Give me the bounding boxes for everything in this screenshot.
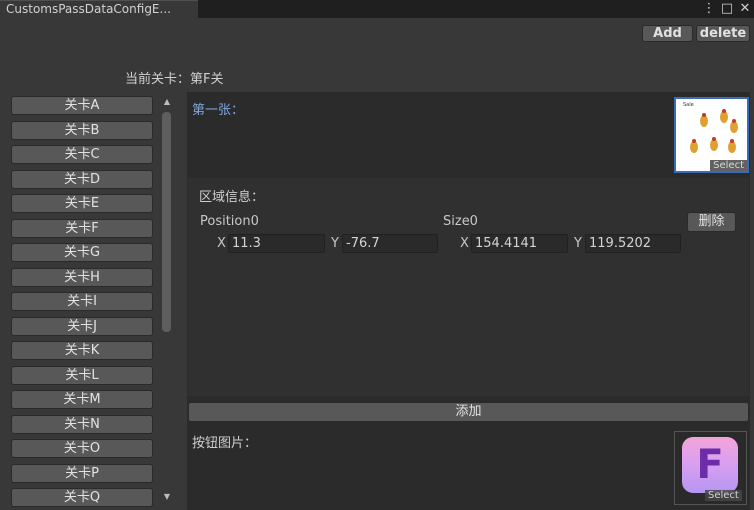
level-button-e[interactable]: 关卡E bbox=[11, 194, 153, 213]
add-region-button[interactable]: 添加 bbox=[188, 402, 749, 422]
level-button-p[interactable]: 关卡P bbox=[11, 463, 153, 483]
maximize-icon[interactable]: □ bbox=[720, 0, 734, 18]
window-tab[interactable]: CustomsPassDataConfigE... bbox=[0, 0, 198, 18]
position-y-field[interactable]: -76.7 bbox=[342, 234, 438, 253]
level-button-k[interactable]: 关卡K bbox=[11, 341, 153, 360]
first-image-label: 第一张： bbox=[192, 103, 245, 118]
region-info-box bbox=[188, 178, 749, 396]
size-x-label: X bbox=[460, 236, 469, 251]
button-image-letter: F bbox=[696, 442, 724, 488]
button-image-label: 按钮图片： bbox=[192, 436, 258, 451]
level-button-l[interactable]: 关卡L bbox=[11, 365, 153, 385]
level-button-q[interactable]: 关卡Q bbox=[11, 488, 153, 507]
add-level-button[interactable]: Add bbox=[642, 25, 693, 42]
size-y-label: Y bbox=[574, 236, 582, 251]
level-preview-image: Sale bbox=[676, 99, 743, 167]
menu-icon[interactable]: ⋮ bbox=[702, 0, 716, 18]
region-info-label: 区域信息： bbox=[199, 190, 265, 205]
position-x-label: X bbox=[217, 236, 226, 251]
position-y-label: Y bbox=[331, 236, 339, 251]
button-image-select-label[interactable]: Select bbox=[705, 490, 742, 501]
first-image-field[interactable]: Sale Select bbox=[674, 97, 749, 173]
first-image-select-label[interactable]: Select bbox=[710, 160, 747, 171]
close-icon[interactable]: ✕ bbox=[738, 0, 752, 18]
size-y-field[interactable]: 119.5202 bbox=[585, 234, 681, 253]
level-button-m[interactable]: 关卡M bbox=[11, 390, 153, 409]
level-button-g[interactable]: 关卡G bbox=[11, 243, 153, 262]
scroll-up-icon[interactable]: ▲ bbox=[162, 97, 172, 106]
size-label: Size0 bbox=[443, 214, 478, 229]
level-list: 关卡A 关卡B 关卡C 关卡D 关卡E 关卡F 关卡G 关卡H 关卡I 关卡J … bbox=[11, 96, 154, 510]
level-button-f[interactable]: 关卡F bbox=[11, 218, 153, 238]
scrollbar-thumb[interactable] bbox=[162, 112, 171, 332]
delete-region-button[interactable]: 删除 bbox=[687, 212, 736, 232]
level-button-j[interactable]: 关卡J bbox=[11, 316, 153, 336]
size-x-field[interactable]: 154.4141 bbox=[471, 234, 568, 253]
level-button-h[interactable]: 关卡H bbox=[11, 267, 153, 287]
scroll-down-icon[interactable]: ▼ bbox=[162, 492, 172, 501]
current-level-label: 当前关卡：第F关 bbox=[125, 72, 224, 87]
level-button-d[interactable]: 关卡D bbox=[11, 169, 153, 189]
position-x-field[interactable]: 11.3 bbox=[228, 234, 325, 253]
position-label: Position0 bbox=[200, 214, 259, 229]
svg-text:Sale: Sale bbox=[683, 102, 694, 108]
level-button-a[interactable]: 关卡A bbox=[11, 96, 153, 115]
level-button-i[interactable]: 关卡I bbox=[11, 292, 153, 311]
level-button-b[interactable]: 关卡B bbox=[11, 120, 153, 140]
level-button-n[interactable]: 关卡N bbox=[11, 414, 153, 434]
level-button-c[interactable]: 关卡C bbox=[11, 145, 153, 164]
delete-level-button[interactable]: delete bbox=[696, 25, 750, 42]
level-button-o[interactable]: 关卡O bbox=[11, 439, 153, 458]
